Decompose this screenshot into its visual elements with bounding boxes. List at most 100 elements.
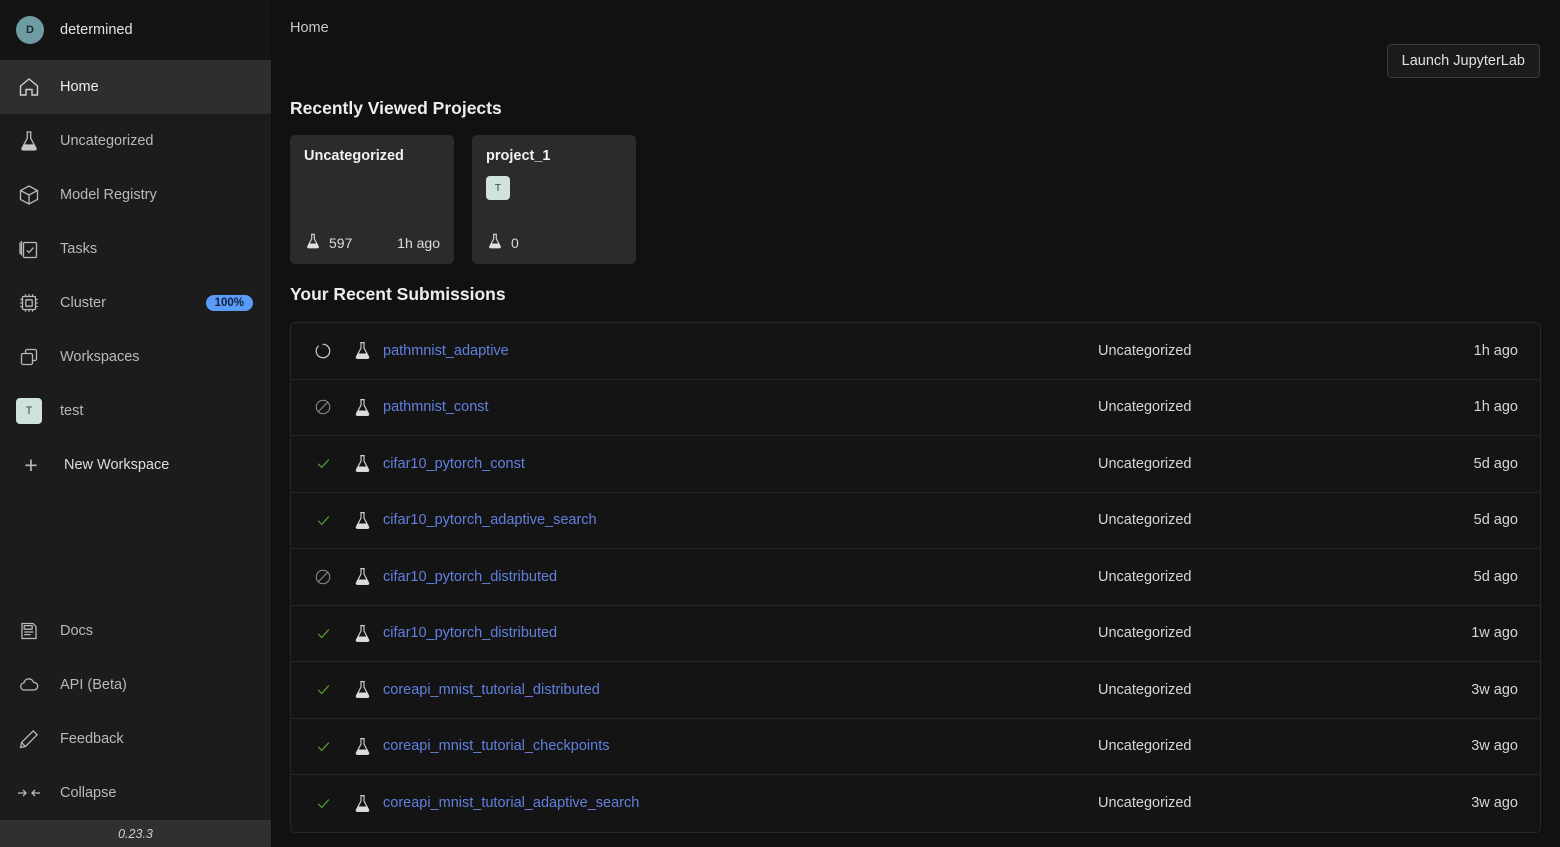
submissions-table: pathmnist_adaptive Uncategorized 1h ago pat… bbox=[290, 322, 1541, 833]
experiment-link[interactable]: coreapi_mnist_tutorial_adaptive_search bbox=[383, 795, 639, 811]
status-canceled-icon bbox=[314, 568, 332, 586]
recently-viewed-projects-list: Uncategorized 597 1h ago project_1 T 0 bbox=[290, 135, 1540, 264]
table-row[interactable]: pathmnist_adaptive Uncategorized 1h ago bbox=[291, 323, 1540, 380]
row-status bbox=[305, 398, 341, 416]
sidebar-item-feedback[interactable]: Feedback bbox=[0, 712, 271, 766]
flask-icon bbox=[341, 679, 383, 700]
row-name: cifar10_pytorch_distributed bbox=[383, 568, 1098, 586]
flask-icon bbox=[486, 232, 504, 253]
row-status bbox=[305, 512, 341, 529]
status-completed-icon bbox=[315, 738, 332, 755]
row-time: 1h ago bbox=[1473, 342, 1518, 359]
sidebar-item-new-workspace[interactable]: + New Workspace bbox=[0, 438, 271, 492]
sidebar-item-api[interactable]: API (Beta) bbox=[0, 658, 271, 712]
status-completed-icon bbox=[315, 512, 332, 529]
flask-icon bbox=[341, 736, 383, 757]
project-card-count-value: 0 bbox=[511, 234, 519, 251]
table-row[interactable]: coreapi_mnist_tutorial_adaptive_search Un… bbox=[291, 775, 1540, 832]
status-completed-icon bbox=[315, 625, 332, 642]
table-row[interactable]: cifar10_pytorch_distributed Uncategorized… bbox=[291, 549, 1540, 606]
table-row[interactable]: cifar10_pytorch_adaptive_search Uncategor… bbox=[291, 493, 1540, 549]
experiment-link[interactable]: cifar10_pytorch_distributed bbox=[383, 625, 557, 641]
sidebar-item-collapse[interactable]: Collapse bbox=[0, 766, 271, 820]
breadcrumb: Home bbox=[290, 20, 329, 36]
sidebar-item-test-workspace[interactable]: T test bbox=[0, 384, 271, 438]
row-project: Uncategorized bbox=[1098, 512, 1192, 529]
sidebar-item-cluster[interactable]: Cluster 100% bbox=[0, 276, 271, 330]
tasks-icon bbox=[14, 234, 44, 264]
flask-icon bbox=[341, 510, 383, 531]
sidebar-item-label: Feedback bbox=[60, 731, 124, 747]
table-row[interactable]: cifar10_pytorch_const Uncategorized 5d ago bbox=[291, 436, 1540, 493]
row-status bbox=[305, 681, 341, 698]
sidebar-item-home[interactable]: Home bbox=[0, 60, 271, 114]
sidebar-item-model-registry[interactable]: Model Registry bbox=[0, 168, 271, 222]
sidebar-item-uncategorized[interactable]: Uncategorized bbox=[0, 114, 271, 168]
row-project: Uncategorized bbox=[1098, 399, 1192, 416]
user-account-row[interactable]: D determined bbox=[0, 0, 271, 60]
sidebar-item-tasks[interactable]: Tasks bbox=[0, 222, 271, 276]
project-card[interactable]: project_1 T 0 bbox=[472, 135, 636, 264]
project-card-middle: T bbox=[486, 164, 622, 232]
app-root: D determined Home Uncategorized Model Re… bbox=[0, 0, 1560, 847]
project-card-experiment-count: 0 bbox=[486, 232, 519, 253]
row-status bbox=[305, 795, 341, 812]
experiment-link[interactable]: coreapi_mnist_tutorial_checkpoints bbox=[383, 738, 610, 754]
project-card-title: project_1 bbox=[486, 148, 551, 164]
sidebar: D determined Home Uncategorized Model Re… bbox=[0, 0, 272, 847]
row-time: 3w ago bbox=[1471, 795, 1518, 812]
row-name: cifar10_pytorch_adaptive_search bbox=[383, 511, 1098, 529]
sidebar-item-workspaces[interactable]: Workspaces bbox=[0, 330, 271, 384]
sidebar-item-label: Workspaces bbox=[60, 349, 140, 365]
project-card-footer: 0 bbox=[486, 232, 622, 253]
sidebar-item-label: API (Beta) bbox=[60, 677, 127, 693]
row-time: 3w ago bbox=[1471, 738, 1518, 755]
table-row[interactable]: pathmnist_const Uncategorized 1h ago bbox=[291, 380, 1540, 436]
row-name: coreapi_mnist_tutorial_adaptive_search bbox=[383, 794, 1098, 812]
table-row[interactable]: coreapi_mnist_tutorial_checkpoints Uncate… bbox=[291, 719, 1540, 775]
row-time: 1w ago bbox=[1471, 625, 1518, 642]
row-name: cifar10_pytorch_const bbox=[383, 455, 1098, 473]
project-card-time: 1h ago bbox=[397, 234, 440, 251]
experiment-link[interactable]: pathmnist_const bbox=[383, 399, 489, 415]
row-project: Uncategorized bbox=[1098, 738, 1192, 755]
launch-jupyterlab-button[interactable]: Launch JupyterLab bbox=[1386, 44, 1540, 78]
workspaces-icon bbox=[14, 342, 44, 372]
chip-icon bbox=[14, 288, 44, 318]
sidebar-item-docs[interactable]: Docs bbox=[0, 604, 271, 658]
experiment-link[interactable]: cifar10_pytorch_distributed bbox=[383, 569, 557, 585]
status-completed-icon bbox=[315, 795, 332, 812]
pencil-icon bbox=[14, 724, 44, 754]
cube-icon bbox=[14, 180, 44, 210]
row-name: pathmnist_adaptive bbox=[383, 342, 1098, 360]
table-row[interactable]: coreapi_mnist_tutorial_distributed Uncate… bbox=[291, 662, 1540, 719]
avatar: D bbox=[16, 16, 44, 44]
row-project: Uncategorized bbox=[1098, 568, 1192, 585]
table-row[interactable]: cifar10_pytorch_distributed Uncategorized… bbox=[291, 606, 1540, 662]
sidebar-item-label: test bbox=[60, 403, 84, 419]
flask-icon bbox=[341, 793, 383, 814]
row-status bbox=[305, 738, 341, 755]
status-running-icon bbox=[314, 342, 332, 360]
experiment-link[interactable]: cifar10_pytorch_adaptive_search bbox=[383, 512, 597, 528]
experiment-link[interactable]: pathmnist_adaptive bbox=[383, 343, 509, 359]
flask-icon bbox=[14, 126, 44, 156]
experiment-link[interactable]: cifar10_pytorch_const bbox=[383, 456, 525, 472]
flask-icon bbox=[341, 340, 383, 361]
sidebar-item-label: Cluster bbox=[60, 295, 106, 311]
row-time: 3w ago bbox=[1471, 681, 1518, 698]
docs-icon bbox=[14, 616, 44, 646]
row-status bbox=[305, 568, 341, 586]
row-time: 5d ago bbox=[1473, 512, 1518, 529]
row-name: cifar10_pytorch_distributed bbox=[383, 624, 1098, 642]
row-time: 5d ago bbox=[1473, 568, 1518, 585]
project-card-footer: 597 1h ago bbox=[304, 232, 440, 253]
experiment-link[interactable]: coreapi_mnist_tutorial_distributed bbox=[383, 682, 600, 698]
row-name: pathmnist_const bbox=[383, 398, 1098, 416]
sidebar-item-label: New Workspace bbox=[64, 457, 170, 473]
cluster-usage-badge: 100% bbox=[205, 295, 253, 311]
flask-icon bbox=[341, 566, 383, 587]
status-completed-icon bbox=[315, 455, 332, 472]
project-card[interactable]: Uncategorized 597 1h ago bbox=[290, 135, 454, 264]
secondary-nav: Docs API (Beta) Feedback Collapse bbox=[0, 604, 271, 820]
